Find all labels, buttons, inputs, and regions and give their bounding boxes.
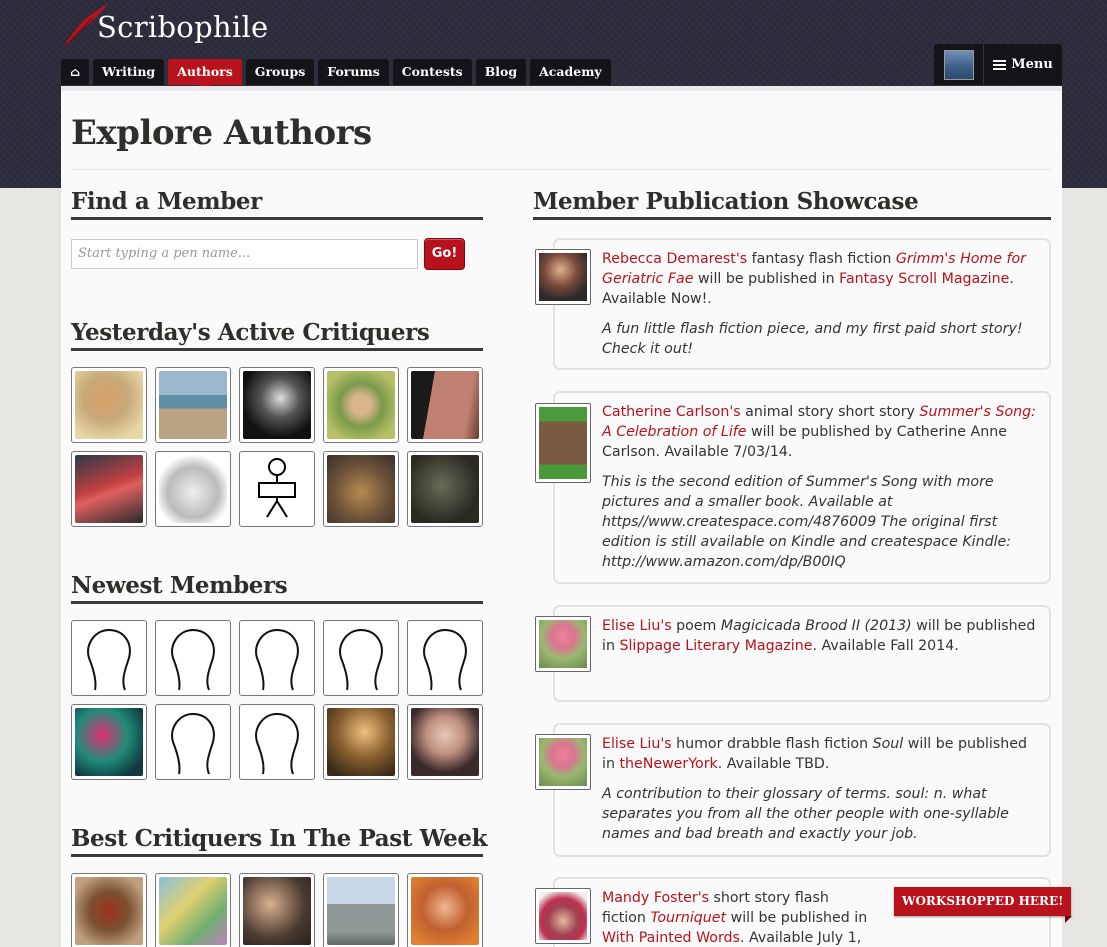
publish-text: will be published in	[693, 271, 840, 287]
author-thumbnail[interactable]	[535, 888, 591, 944]
silhouette-icon	[423, 628, 467, 691]
work-description: A contribution to their glossary of term…	[602, 786, 1009, 842]
avatar	[943, 49, 974, 80]
nav-academy[interactable]: Academy	[530, 59, 611, 85]
best-critiquers-heading: Best Critiquers In The Past Week	[71, 825, 488, 857]
pen-name-search-input[interactable]: Start typing a pen name...	[71, 239, 418, 269]
author-link[interactable]: Elise Liu's	[602, 618, 672, 634]
best-critiquers-grid	[71, 873, 483, 947]
genre-text: humor drabble flash fiction	[671, 736, 873, 752]
nav-authors[interactable]: Authors	[168, 59, 242, 91]
logo-text: Scribophile	[97, 10, 269, 44]
nav-forums[interactable]: Forums	[318, 59, 389, 85]
member-avatar[interactable]	[239, 620, 315, 696]
silhouette-icon	[87, 628, 131, 691]
member-avatar[interactable]	[407, 704, 483, 780]
availability-text: . Available Fall 2014.	[812, 638, 959, 654]
member-avatar[interactable]	[155, 704, 231, 780]
venue-link[interactable]: theNewerYork	[619, 756, 717, 772]
stick-figure-icon	[243, 455, 311, 523]
critiquer-avatar[interactable]	[239, 367, 315, 443]
critiquer-avatar[interactable]	[71, 367, 147, 443]
silhouette-icon	[171, 628, 215, 691]
nav-blog[interactable]: Blog	[475, 59, 527, 85]
author-thumbnail[interactable]	[535, 616, 591, 672]
newest-members-grid	[71, 620, 483, 780]
newest-members-heading: Newest Members	[71, 572, 483, 604]
member-avatar[interactable]	[239, 704, 315, 780]
critiquer-avatar[interactable]	[155, 873, 231, 947]
house-icon: ⌂	[70, 65, 81, 79]
author-thumbnail[interactable]	[535, 249, 591, 305]
work-description: This is the second edition of Summer's S…	[602, 474, 1012, 570]
critiquer-avatar[interactable]	[239, 451, 315, 527]
critiquer-avatar[interactable]	[71, 873, 147, 947]
nav-contests[interactable]: Contests	[392, 59, 472, 85]
content-panel: Explore Authors Find a Member Start typi…	[61, 86, 1073, 947]
genre-text: animal story short story	[740, 404, 920, 420]
work-title: Magicicada Brood II (2013)	[720, 618, 912, 634]
go-button[interactable]: Go!	[424, 238, 465, 270]
venue-link[interactable]: Fantasy Scroll Magazine	[839, 271, 1009, 287]
find-member-heading: Find a Member	[71, 188, 483, 220]
book-cover-thumbnail[interactable]	[535, 403, 591, 483]
critiquer-avatar[interactable]	[407, 451, 483, 527]
genre-text: fantasy flash fiction	[747, 251, 896, 267]
venue-link[interactable]: Slippage Literary Magazine	[619, 638, 812, 654]
page-title: Explore Authors	[71, 113, 372, 153]
critiquer-avatar[interactable]	[323, 367, 399, 443]
critiquer-avatar[interactable]	[407, 873, 483, 947]
critiquer-avatar[interactable]	[323, 873, 399, 947]
work-link[interactable]: Tourniquet	[650, 910, 726, 926]
active-critiquers-heading: Yesterday's Active Critiquers	[71, 319, 483, 351]
publish-text: will be published in	[726, 910, 868, 926]
showcase-heading: Member Publication Showcase	[533, 188, 1051, 220]
member-avatar[interactable]	[407, 620, 483, 696]
author-link[interactable]: Catherine Carlson's	[602, 404, 741, 420]
showcase-card: Rebecca Demarest's fantasy flash fiction…	[535, 238, 1051, 370]
menu-button[interactable]: Menu	[984, 44, 1062, 85]
showcase-card: Catherine Carlson's animal story short s…	[535, 391, 1051, 584]
nav-home[interactable]: ⌂	[61, 59, 90, 85]
silhouette-icon	[255, 712, 299, 775]
genre-text: poem	[671, 618, 721, 634]
author-link[interactable]: Mandy Foster's	[602, 890, 709, 906]
critiquer-avatar[interactable]	[71, 451, 147, 527]
critiquer-avatar[interactable]	[239, 873, 315, 947]
silhouette-icon	[171, 712, 215, 775]
showcase-card: Elise Liu's poem Magicicada Brood II (20…	[535, 605, 1051, 702]
critiquer-avatar[interactable]	[323, 451, 399, 527]
author-link[interactable]: Rebecca Demarest's	[602, 251, 747, 267]
availability-text: . Available TBD.	[717, 756, 830, 772]
silhouette-icon	[255, 628, 299, 691]
member-avatar[interactable]	[323, 704, 399, 780]
user-box: Menu	[934, 44, 1062, 85]
author-thumbnail[interactable]	[535, 734, 591, 790]
member-avatar[interactable]	[155, 620, 231, 696]
workshopped-badge: WORKSHOPPED HERE!	[894, 887, 1073, 923]
venue-link[interactable]: With Painted Words	[602, 930, 740, 946]
hamburger-icon	[993, 59, 1007, 70]
menu-label: Menu	[1011, 57, 1053, 72]
site-logo[interactable]: Scribophile	[62, 2, 268, 49]
title-divider	[71, 169, 1051, 170]
critiquer-avatar[interactable]	[155, 451, 231, 527]
work-title: Soul	[872, 736, 904, 752]
nav-groups[interactable]: Groups	[245, 59, 315, 85]
member-avatar[interactable]	[71, 704, 147, 780]
author-link[interactable]: Elise Liu's	[602, 736, 672, 752]
silhouette-icon	[339, 628, 383, 691]
nav-writing[interactable]: Writing	[93, 59, 165, 85]
active-critiquers-grid	[71, 367, 483, 527]
work-description: A fun little flash fiction piece, and my…	[602, 321, 1023, 357]
member-avatar[interactable]	[323, 620, 399, 696]
critiquer-avatar[interactable]	[155, 367, 231, 443]
member-avatar[interactable]	[71, 620, 147, 696]
showcase-card: Elise Liu's humor drabble flash fiction …	[535, 723, 1051, 857]
critiquer-avatar[interactable]	[407, 367, 483, 443]
user-avatar[interactable]	[934, 44, 984, 85]
main-nav: ⌂ Writing Authors Groups Forums Contests…	[61, 59, 611, 91]
